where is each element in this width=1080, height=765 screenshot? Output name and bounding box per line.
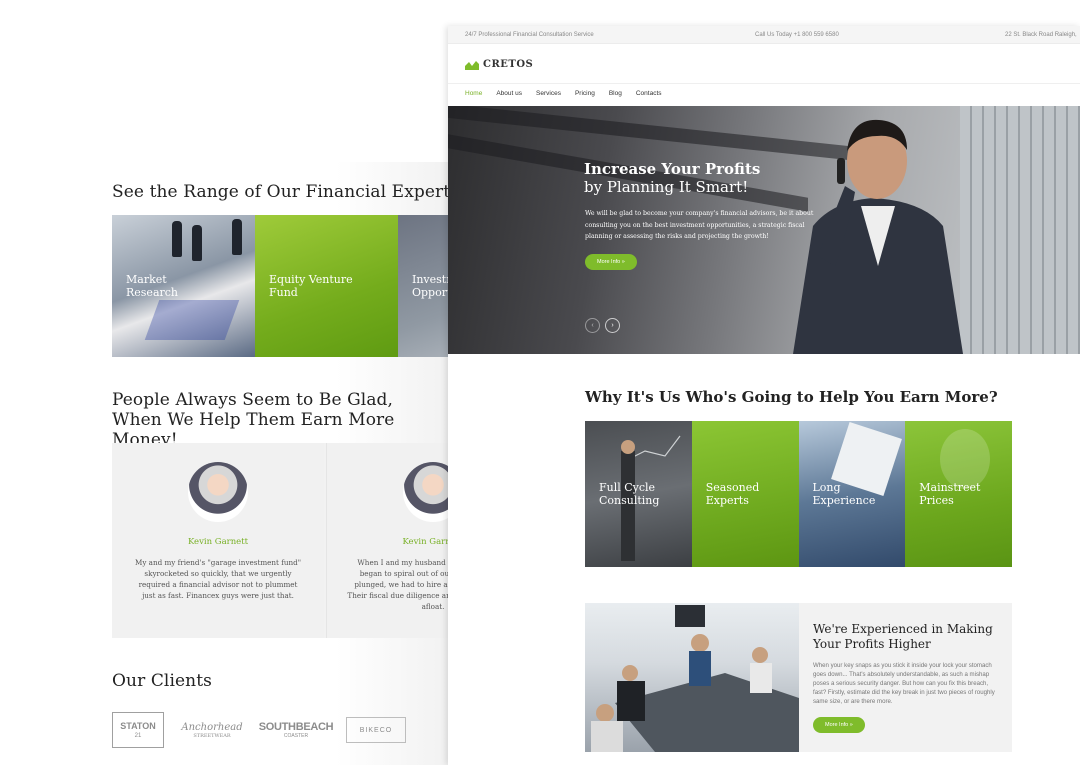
chart-logo-icon bbox=[465, 60, 479, 70]
why-tile-mainstreet-prices[interactable]: Mainstreet Prices bbox=[905, 421, 1012, 567]
hero-title: Increase Your Profits bbox=[584, 160, 761, 178]
chevron-right-icon[interactable]: › bbox=[605, 318, 620, 333]
chart-paper-graphic bbox=[144, 300, 240, 340]
testimonial-text: My and my friend's "garage investment fu… bbox=[134, 558, 302, 600]
hero-slider: Increase Your Profits by Planning It Sma… bbox=[448, 106, 1080, 354]
nav-item-services[interactable]: Services bbox=[536, 90, 561, 97]
client-logo-staton[interactable]: STATON 21 bbox=[112, 712, 164, 748]
client-logo-text: BIKECO bbox=[359, 726, 393, 734]
avatar bbox=[188, 462, 248, 522]
client-logo-sub: 21 bbox=[134, 733, 142, 739]
brand-name: CRETOS bbox=[483, 59, 534, 70]
client-logo-text: SOUTHBEACH bbox=[258, 721, 334, 733]
meeting-table-graphic bbox=[591, 605, 799, 752]
expertise-tile-investment[interactable]: Investment Opportunities bbox=[398, 215, 448, 357]
expertise-tile-label: Investment Opportunities bbox=[412, 273, 448, 299]
why-tile-label: Mainstreet Prices bbox=[919, 481, 981, 507]
woman-photo-graphic bbox=[940, 429, 991, 489]
why-tile-label: Long Experience bbox=[812, 481, 876, 507]
client-logo-text: Anchorhead bbox=[181, 721, 243, 733]
testimonial-name: Kevin Garnett bbox=[402, 537, 448, 547]
expertise-tile-market-research[interactable]: Market Research bbox=[112, 215, 255, 357]
why-tile-label: Seasoned Experts bbox=[705, 481, 760, 507]
hero-subtitle: by Planning It Smart! bbox=[584, 178, 749, 196]
client-logo-text: STATON bbox=[120, 721, 156, 731]
chevron-left-icon[interactable]: ‹ bbox=[585, 318, 600, 333]
expertise-tile-equity-venture-fund[interactable]: Equity Venture Fund bbox=[255, 215, 398, 357]
tagline: 24/7 Professional Financial Consultation… bbox=[465, 32, 594, 38]
header: CRETOS bbox=[448, 44, 1080, 84]
testimonial-text: When I and my husband felt our business … bbox=[347, 558, 448, 611]
client-logo-sub: COASTER bbox=[283, 733, 309, 739]
experience-more-info-button[interactable]: More Info » bbox=[813, 717, 865, 733]
expertise-tile-label: Equity Venture Fund bbox=[269, 273, 353, 299]
main-nav: Home About us Services Pricing Blog Cont… bbox=[465, 90, 662, 97]
expertise-tiles: Market Research Equity Venture Fund Inve… bbox=[112, 215, 448, 357]
meeting-photo bbox=[585, 603, 799, 752]
testimonial-card: Kevin Garnett My and my friend's "garage… bbox=[112, 443, 324, 638]
testimonial-name: Kevin Garnett bbox=[187, 537, 249, 547]
expertise-title: See the Range of Our Financial Expertise bbox=[112, 182, 475, 202]
person-silhouette bbox=[172, 221, 182, 257]
expertise-tile-label: Market Research bbox=[126, 273, 179, 299]
avatar bbox=[403, 462, 448, 522]
hero-more-info-button[interactable]: More Info » bbox=[585, 254, 637, 270]
testimonial-card: Kevin Garnett When I and my husband felt… bbox=[326, 443, 448, 638]
experience-title: We're Experienced in Making Your Profits… bbox=[813, 622, 993, 651]
why-tile-full-cycle[interactable]: Full Cycle Consulting bbox=[585, 421, 692, 567]
why-tile-seasoned-experts[interactable]: Seasoned Experts bbox=[691, 421, 799, 567]
clients-title: Our Clients bbox=[112, 671, 212, 691]
client-logo-bikeco[interactable]: BIKECO bbox=[346, 717, 406, 743]
why-tile-long-experience[interactable]: Long Experience bbox=[798, 421, 906, 567]
testimonials-section: Kevin Garnett My and my friend's "garage… bbox=[112, 443, 448, 638]
phone-info: Call Us Today +1 800 559 6580 bbox=[755, 32, 839, 38]
experience-text: When your key snaps as you stick it insi… bbox=[813, 662, 995, 705]
hero-text: We will be glad to become your company's… bbox=[585, 210, 814, 240]
testimonials-title: People Always Seem to Be Glad, When We H… bbox=[112, 390, 395, 450]
address-info: 22 St. Black Road Raleigh, bbox=[1005, 32, 1077, 38]
person-silhouette bbox=[192, 225, 202, 261]
nav-item-contacts[interactable]: Contacts bbox=[636, 90, 662, 97]
clients-logos: STATON 21 Anchorhead STREETWEAR SOUTHBEA… bbox=[112, 706, 448, 754]
client-logo-anchorhead[interactable]: Anchorhead STREETWEAR bbox=[178, 712, 246, 748]
front-page: 24/7 Professional Financial Consultation… bbox=[448, 26, 1080, 765]
brand-logo[interactable]: CRETOS bbox=[465, 59, 533, 70]
why-title: Why It's Us Who's Going to Help You Earn… bbox=[585, 388, 998, 406]
nav-item-home[interactable]: Home bbox=[465, 90, 482, 97]
why-tiles: Full Cycle Consulting Seasoned Experts L… bbox=[585, 421, 1012, 567]
nav-item-pricing[interactable]: Pricing bbox=[575, 90, 595, 97]
experience-section: We're Experienced in Making Your Profits… bbox=[585, 603, 1012, 752]
client-logo-southbeach[interactable]: SOUTHBEACH COASTER bbox=[258, 712, 334, 748]
client-logo-sub: STREETWEAR bbox=[193, 732, 231, 739]
nav-item-about[interactable]: About us bbox=[496, 90, 522, 97]
person-silhouette bbox=[232, 219, 242, 255]
nav-item-blog[interactable]: Blog bbox=[609, 90, 622, 97]
why-tile-label: Full Cycle Consulting bbox=[599, 481, 660, 507]
top-info-bar: 24/7 Professional Financial Consultation… bbox=[448, 26, 1080, 44]
